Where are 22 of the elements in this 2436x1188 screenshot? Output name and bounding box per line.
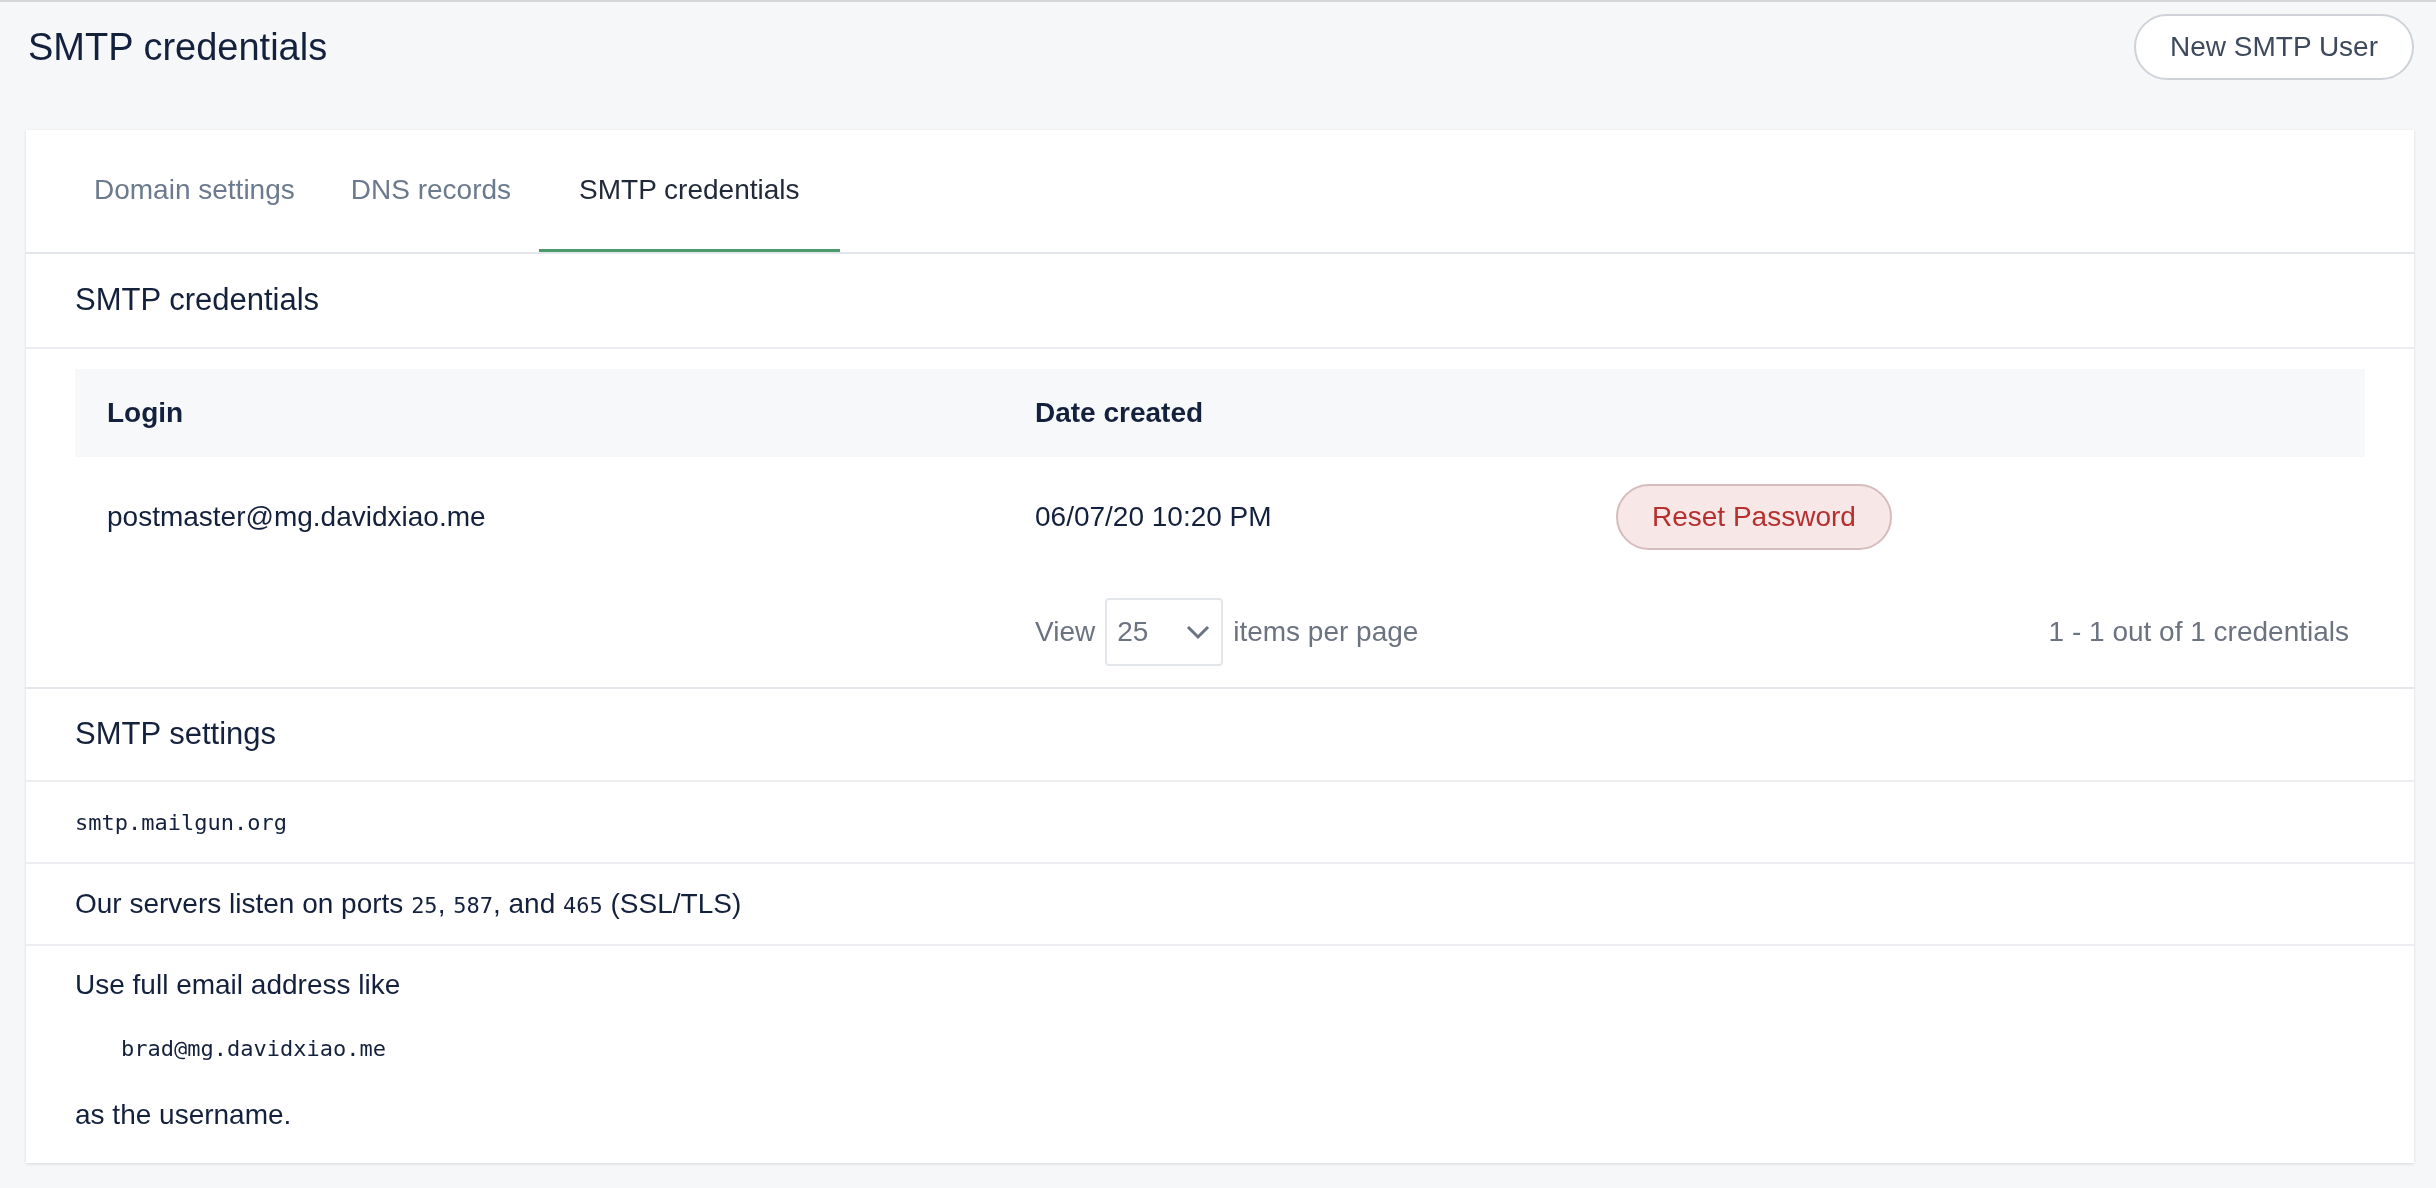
items-per-page-label: items per page [1233, 615, 1419, 649]
column-header: Date created [1035, 396, 1204, 430]
username-hint: Use full email address like [75, 968, 402, 1002]
smtp-host: smtp.mailgun.org [75, 808, 287, 837]
section-title: SMTP credentials [26, 254, 2414, 349]
login-cell-text: postmaster@mg.davidxiao.me [106, 500, 487, 534]
username-example: brad@mg.davidxiao.me [121, 1035, 386, 1063]
column-header: Login [106, 396, 185, 430]
reset-password-button[interactable]: Reset Password [1616, 484, 1892, 550]
section-title: SMTP settings [26, 689, 2414, 782]
tab[interactable]: SMTP credentials [539, 130, 840, 252]
chevron-down-icon [1185, 624, 1212, 640]
ports-note: Our servers listen on ports 25, 587, and 465 (SSL/TLS) [75, 887, 742, 921]
tab[interactable]: DNS records [322, 130, 540, 252]
pagination-summary: 1 - 1 out of 1 credentials [2048, 615, 2349, 649]
tab[interactable]: Domain settings [66, 130, 323, 252]
new-smtp-user-button[interactable]: New SMTP User [2134, 14, 2414, 80]
username-hint: as the username. [75, 1098, 292, 1132]
per-page-select[interactable]: 25 [1105, 598, 1224, 666]
page-title: SMTP credentials [28, 24, 328, 70]
view-label: View [1035, 615, 1096, 649]
date-cell-text: 06/07/20 10:20 PM [1035, 500, 1273, 534]
